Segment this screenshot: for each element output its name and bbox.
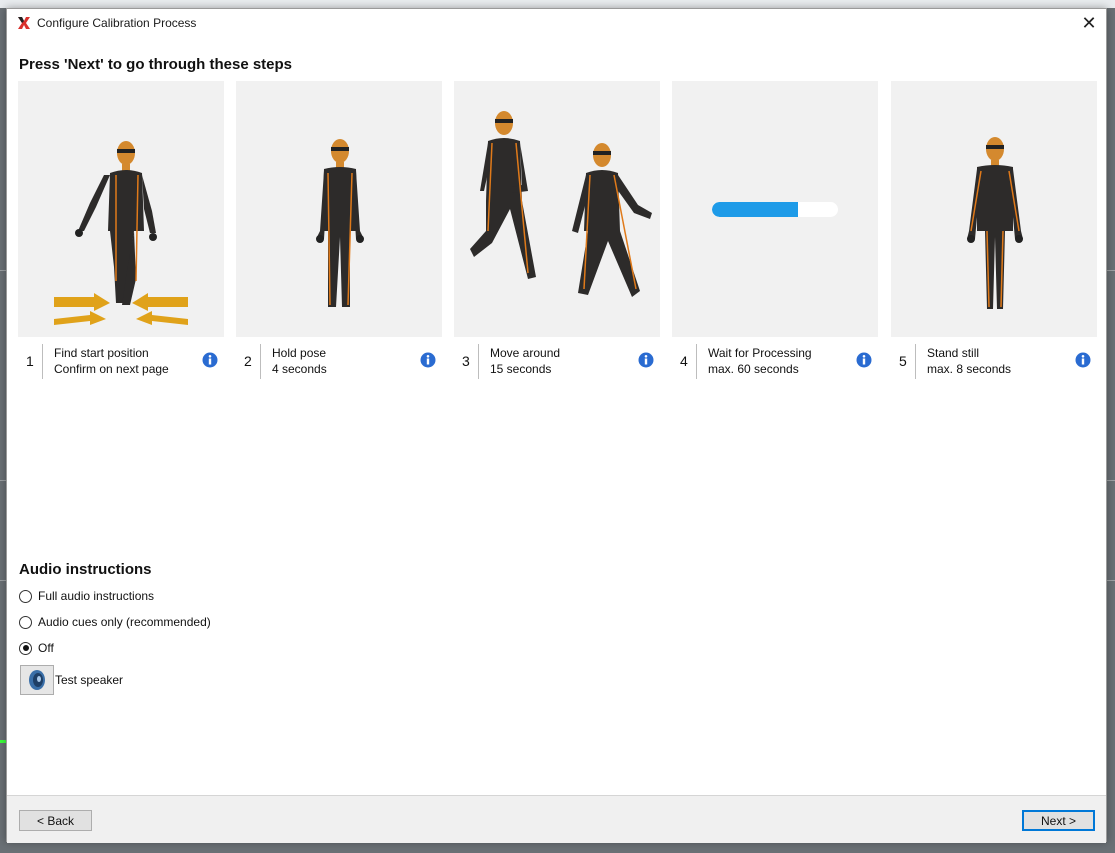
radio-button[interactable] (19, 589, 32, 603)
step-number: 3 (462, 353, 470, 369)
step-title: Hold pose (272, 346, 327, 360)
radio-button[interactable] (19, 641, 32, 655)
info-icon[interactable] (202, 352, 218, 368)
info-icon[interactable] (638, 352, 654, 368)
test-speaker-label: Test speaker (55, 673, 124, 687)
next-button[interactable]: Next > (1022, 810, 1095, 831)
step-1-caption: 1 Find start position Confirm on next pa… (18, 343, 224, 385)
info-icon[interactable] (856, 352, 872, 368)
processing-progress-bar (712, 202, 838, 217)
step-title: Move around (490, 346, 561, 360)
step-number: 1 (26, 353, 34, 369)
suit-figure-icon (967, 137, 1023, 309)
step-2-caption: 2 Hold pose 4 seconds (236, 343, 442, 385)
title-bar: Configure Calibration Process ✕ (7, 9, 1106, 37)
step-3-caption: 3 Move around 15 seconds (454, 343, 660, 385)
step-2-image (236, 81, 442, 337)
step-1-image (18, 81, 224, 337)
close-button[interactable]: ✕ (1072, 9, 1106, 37)
radio-button[interactable] (19, 615, 32, 629)
radio-label: Off (38, 641, 54, 655)
suit-figure-icon (470, 111, 536, 279)
step-number: 2 (244, 353, 252, 369)
dialog-footer: < Back Next > (7, 795, 1106, 843)
step-title: Find start position (54, 346, 149, 360)
xsens-logo-icon (18, 17, 30, 29)
divider (42, 344, 43, 379)
step-title: Stand still (927, 346, 980, 360)
step-subtitle: 15 seconds (490, 362, 552, 376)
suit-figure-icon (572, 143, 652, 297)
step-subtitle: max. 60 seconds (708, 362, 799, 376)
suit-figure-icon (75, 141, 157, 305)
radio-off[interactable]: Off (19, 639, 54, 657)
step-4-caption: 4 Wait for Processing max. 60 seconds (672, 343, 878, 385)
step-title: Wait for Processing (708, 346, 812, 360)
suit-figure-icon (316, 139, 364, 307)
divider (696, 344, 697, 379)
calibration-dialog: Configure Calibration Process ✕ Press 'N… (6, 8, 1107, 843)
steps-heading: Press 'Next' to go through these steps (19, 56, 293, 73)
step-4-image (672, 81, 878, 337)
info-icon[interactable] (1075, 352, 1091, 368)
close-icon: ✕ (1081, 12, 1097, 33)
step-number: 5 (899, 353, 907, 369)
step-5-caption: 5 Stand still max. 8 seconds (891, 343, 1097, 385)
test-speaker-button[interactable] (20, 665, 54, 695)
progress-fill (712, 202, 798, 217)
audio-heading: Audio instructions (19, 561, 152, 578)
divider (260, 344, 261, 379)
radio-label: Full audio instructions (38, 589, 155, 603)
step-number: 4 (680, 353, 688, 369)
divider (915, 344, 916, 379)
info-icon[interactable] (420, 352, 436, 368)
radio-audio-cues[interactable]: Audio cues only (recommended) (19, 613, 211, 631)
radio-label: Audio cues only (recommended) (38, 615, 211, 629)
step-subtitle: max. 8 seconds (927, 362, 1012, 376)
divider (478, 344, 479, 379)
window-title: Configure Calibration Process (37, 16, 197, 30)
step-3-image (454, 81, 660, 337)
step-subtitle: Confirm on next page (54, 362, 169, 376)
step-subtitle: 4 seconds (272, 362, 327, 376)
radio-full-audio[interactable]: Full audio instructions (19, 587, 154, 605)
step-5-image (891, 81, 1097, 337)
speaker-icon (29, 670, 45, 690)
back-button[interactable]: < Back (19, 810, 92, 831)
